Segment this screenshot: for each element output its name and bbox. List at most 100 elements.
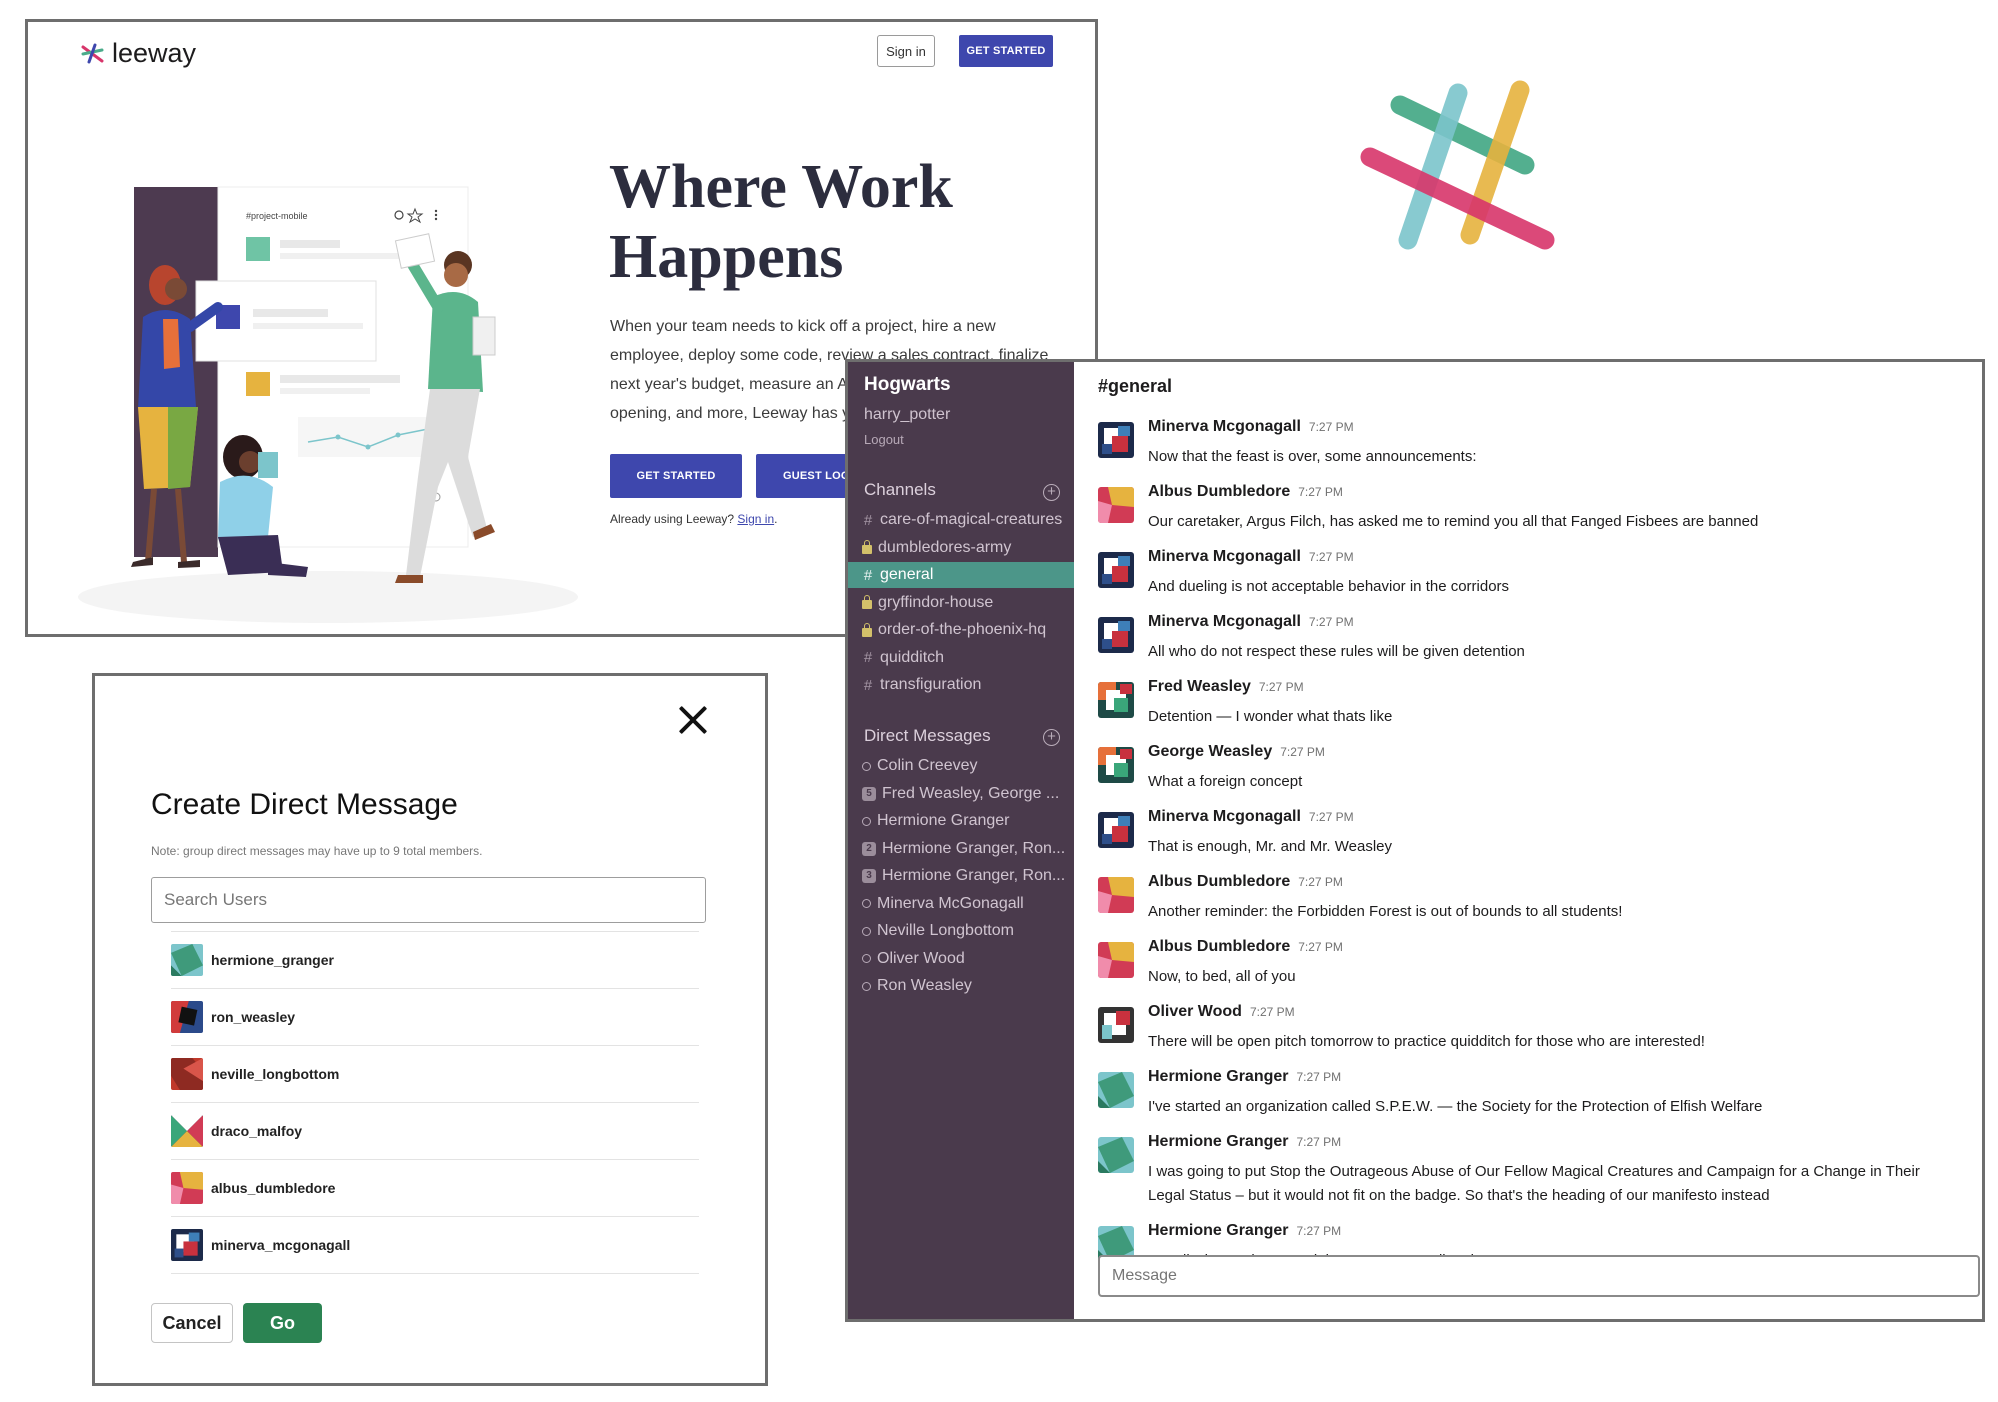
user-row[interactable]: draco_malfoy (171, 1102, 699, 1159)
cancel-button[interactable]: Cancel (151, 1303, 233, 1343)
create-dm-modal: Create Direct Message Note: group direct… (92, 673, 768, 1386)
user-row[interactable]: neville_longbottom (171, 1045, 699, 1102)
message-author[interactable]: Hermione Granger (1148, 1068, 1288, 1085)
dm-label: Hermione Granger, Ron... (882, 839, 1066, 857)
brand-logo[interactable]: leeway (80, 38, 196, 69)
search-users-input[interactable] (151, 877, 706, 923)
sign-in-button[interactable]: Sign in (877, 35, 935, 67)
dm-item[interactable]: Oliver Wood (848, 946, 1074, 972)
presence-icon (862, 981, 871, 991)
already-using-label: Already using Leeway? (610, 512, 735, 526)
message-author[interactable]: Minerva Mcgonagall (1148, 418, 1301, 435)
user-avatar (171, 1115, 203, 1147)
channel-item-gryffindor-house[interactable]: gryffindor-house (848, 590, 1074, 616)
message-author[interactable]: Hermione Granger (1148, 1222, 1288, 1239)
message-item[interactable]: Hermione Granger 7:27 PM I was going to pu… (1098, 1133, 1958, 1217)
user-avatar[interactable] (1098, 487, 1134, 523)
user-row[interactable]: minerva_mcgonagall (171, 1216, 699, 1273)
dm-count-badge: 3 (862, 869, 876, 883)
dm-item[interactable]: Hermione Granger (848, 808, 1074, 834)
message-item[interactable]: Minerva Mcgonagall 7:27 PM That is enough,… (1098, 808, 1958, 868)
message-author[interactable]: Fred Weasley (1148, 678, 1251, 695)
dm-item[interactable]: 3 Hermione Granger, Ron... (848, 863, 1074, 889)
message-author[interactable]: Oliver Wood (1148, 1003, 1242, 1020)
user-row[interactable]: ron_weasley (171, 988, 699, 1045)
user-avatar[interactable] (1098, 552, 1134, 588)
dm-item[interactable]: 5 Fred Weasley, George ... (848, 781, 1074, 807)
add-channel-icon[interactable]: + (1043, 484, 1060, 501)
sign-in-link[interactable]: Sign in (737, 512, 774, 526)
message-author[interactable]: Minerva Mcgonagall (1148, 613, 1301, 630)
add-dm-icon[interactable]: + (1043, 729, 1060, 746)
brand-name: leeway (112, 38, 197, 68)
message-item[interactable]: Hermione Granger 7:27 PM I've started an o… (1098, 1068, 1958, 1128)
channel-item-dumbledores-army[interactable]: dumbledores-army (848, 535, 1074, 561)
message-author[interactable]: George Weasley (1148, 743, 1272, 760)
channel-label: general (880, 566, 934, 583)
channel-item-order-of-the-phoenix-hq[interactable]: order-of-the-phoenix-hq (848, 617, 1074, 643)
channels-header[interactable]: Channels (864, 480, 936, 500)
channel-label: quidditch (880, 648, 945, 666)
list-divider (171, 1273, 699, 1274)
user-avatar[interactable] (1098, 1137, 1134, 1173)
dm-item[interactable]: Ron Weasley (848, 973, 1074, 999)
dm-item[interactable]: Colin Creevey (848, 753, 1074, 779)
user-avatar[interactable] (1098, 812, 1134, 848)
hero-get-started-button[interactable]: GET STARTED (610, 454, 742, 498)
message-item[interactable]: Albus Dumbledore 7:27 PM Our caretaker, Ar… (1098, 483, 1958, 543)
message-author[interactable]: Albus Dumbledore (1148, 938, 1290, 955)
channel-item-general[interactable]: # general (848, 562, 1074, 588)
user-avatar[interactable] (1098, 747, 1134, 783)
chat-pane: #general Minerva Mcgonagall 7:27 PM Now th… (1074, 362, 1982, 1319)
user-avatar (171, 1058, 203, 1090)
user-avatar[interactable] (1098, 877, 1134, 913)
user-avatar[interactable] (1098, 1007, 1134, 1043)
dm-item[interactable]: Minerva McGonagall (848, 891, 1074, 917)
message-author-line: Hermione Granger 7:27 PM (1148, 1133, 1341, 1151)
channel-item-quidditch[interactable]: # quidditch (848, 645, 1074, 671)
user-row[interactable]: albus_dumbledore (171, 1159, 699, 1216)
message-item[interactable]: Oliver Wood 7:27 PM There will be open pit… (1098, 1003, 1958, 1063)
dm-item[interactable]: Neville Longbottom (848, 918, 1074, 944)
user-avatar[interactable] (1098, 617, 1134, 653)
presence-icon (862, 761, 871, 771)
workspace-name[interactable]: Hogwarts (864, 374, 951, 396)
user-avatar[interactable] (1098, 422, 1134, 458)
close-icon[interactable] (673, 700, 713, 740)
message-author[interactable]: Minerva Mcgonagall (1148, 548, 1301, 565)
direct-messages-header[interactable]: Direct Messages (864, 726, 991, 746)
dm-item[interactable]: 2 Hermione Granger, Ron... (848, 836, 1074, 862)
go-button[interactable]: Go (243, 1303, 322, 1343)
message-item[interactable]: Minerva Mcgonagall 7:27 PM Now that the fe… (1098, 418, 1958, 478)
message-author[interactable]: Albus Dumbledore (1148, 873, 1290, 890)
user-row[interactable]: hermione_granger (171, 931, 699, 988)
channel-item-transfiguration[interactable]: # transfiguration (848, 672, 1074, 698)
period: . (774, 512, 778, 526)
message-input[interactable] (1098, 1255, 1980, 1297)
message-author[interactable]: Minerva Mcgonagall (1148, 808, 1301, 825)
lock-icon (862, 595, 872, 609)
channel-item-care-of-magical-creatures[interactable]: # care-of-magical-creatures (848, 507, 1074, 533)
message-item[interactable]: Minerva Mcgonagall 7:27 PM All who do not … (1098, 613, 1958, 673)
logout-link[interactable]: Logout (864, 432, 904, 447)
message-author[interactable]: Albus Dumbledore (1148, 483, 1290, 500)
illustration-channel-label: #project-mobile (246, 211, 308, 221)
message-item[interactable]: Albus Dumbledore 7:27 PM Another reminder:… (1098, 873, 1958, 933)
user-avatar[interactable] (1098, 942, 1134, 978)
message-author-line: George Weasley 7:27 PM (1148, 743, 1325, 761)
message-item[interactable]: Albus Dumbledore 7:27 PM Now, to bed, all … (1098, 938, 1958, 998)
presence-icon (862, 954, 871, 963)
user-avatar[interactable] (1098, 682, 1134, 718)
message-item[interactable]: George Weasley 7:27 PM What a foreign conc… (1098, 743, 1958, 803)
already-using-text: Already using Leeway? Sign in. (610, 512, 777, 526)
user-avatar[interactable] (1098, 1072, 1134, 1108)
message-author[interactable]: Hermione Granger (1148, 1133, 1288, 1150)
message-item[interactable]: Fred Weasley 7:27 PM Detention — I wonder … (1098, 678, 1958, 738)
lock-icon (862, 540, 872, 554)
message-item[interactable]: Minerva Mcgonagall 7:27 PM And dueling is … (1098, 548, 1958, 608)
header-get-started-button[interactable]: GET STARTED (959, 35, 1053, 67)
modal-note: Note: group direct messages may have up … (151, 844, 483, 858)
leeway-big-logo-icon (1360, 80, 1555, 250)
presence-icon (862, 816, 871, 826)
dm-label: Hermione Granger (877, 812, 1010, 829)
